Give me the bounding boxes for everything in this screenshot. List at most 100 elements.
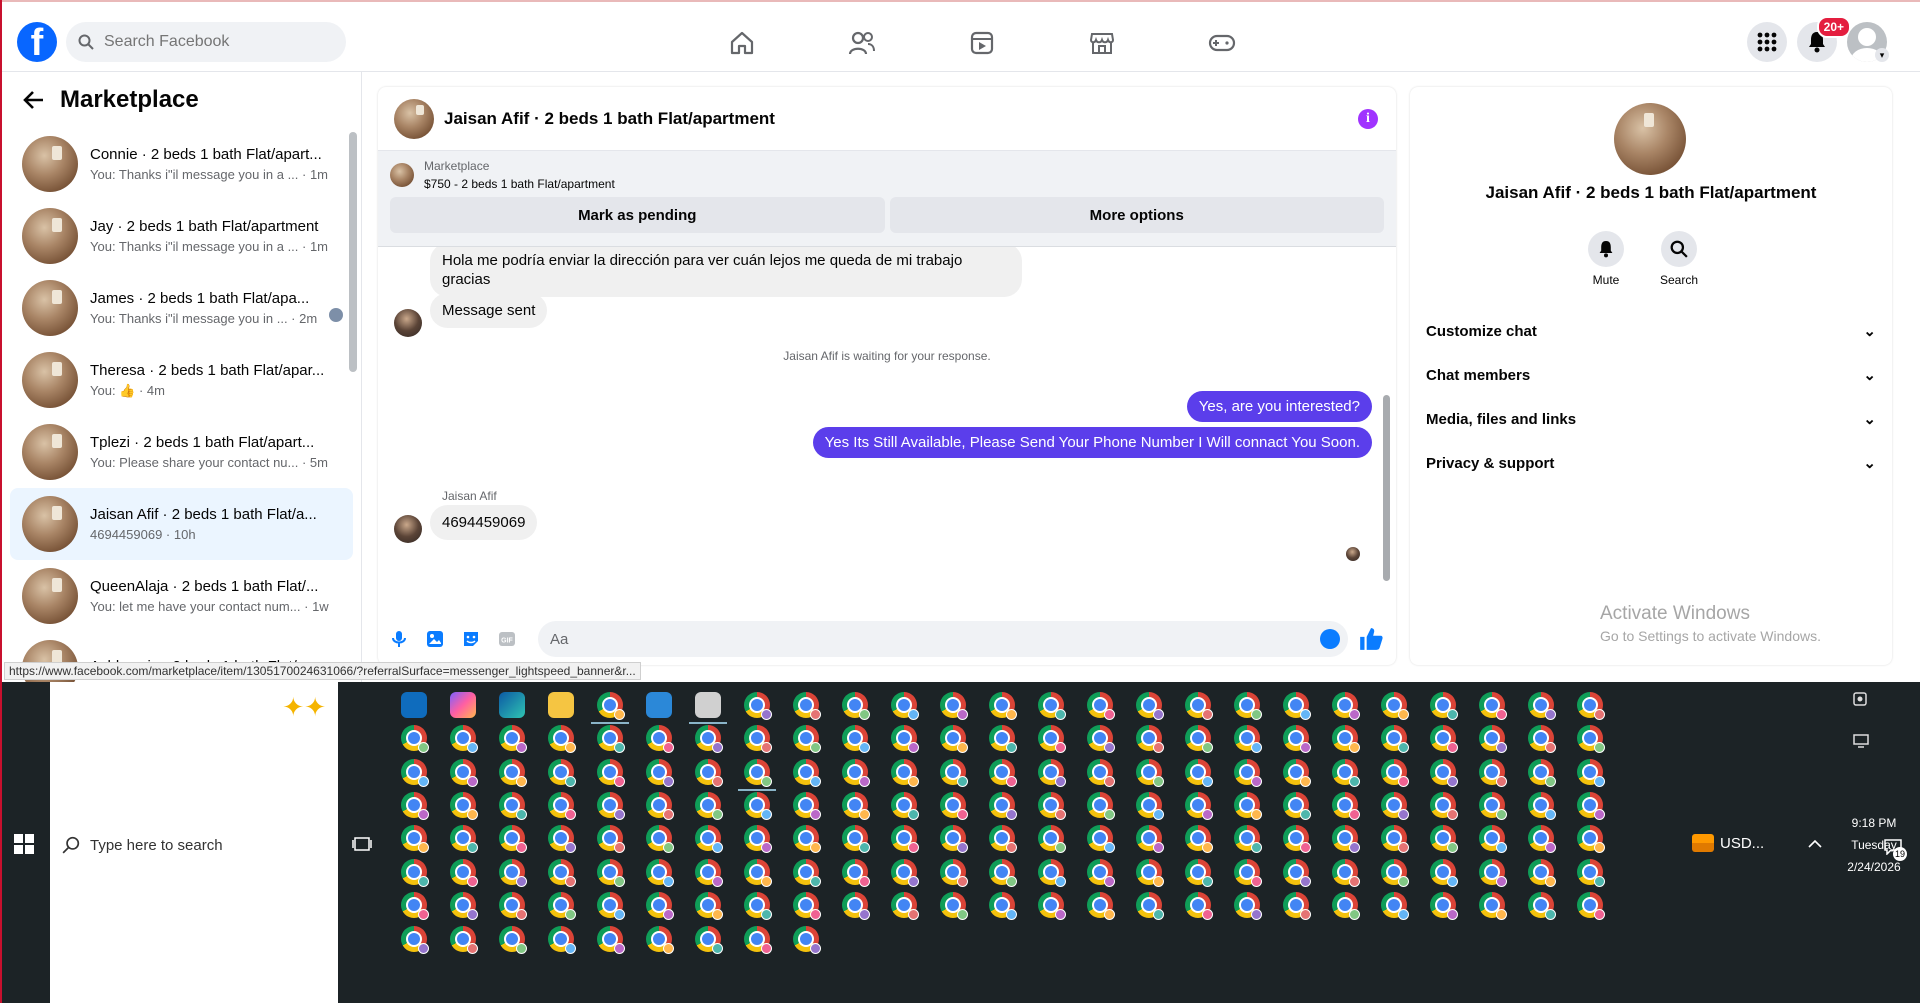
conversation-item[interactable]: Jay · 2 beds 1 bath Flat/apartment You: T… [10, 200, 353, 272]
chrome-profile-icon[interactable] [1430, 725, 1458, 753]
chrome-profile-icon[interactable] [646, 926, 674, 954]
chrome-profile-icon[interactable] [450, 892, 478, 920]
chrome-profile-icon[interactable] [989, 692, 1017, 720]
chrome-profile-icon[interactable] [401, 792, 429, 820]
chrome-profile-icon[interactable] [401, 759, 429, 787]
chrome-profile-icon[interactable] [450, 825, 478, 853]
chrome-profile-icon[interactable] [597, 859, 625, 887]
nav-video[interactable] [922, 26, 1042, 60]
chrome-profile-icon[interactable] [1528, 825, 1556, 853]
chrome-profile-icon[interactable] [793, 792, 821, 820]
chrome-profile-icon[interactable] [1332, 725, 1360, 753]
file-explorer-icon[interactable] [548, 692, 574, 718]
conversation-item[interactable]: James · 2 beds 1 bath Flat/apa... You: Th… [10, 272, 353, 344]
chrome-profile-icon[interactable] [744, 859, 772, 887]
chrome-profile-icon[interactable] [1381, 892, 1409, 920]
chrome-profile-icon[interactable] [1577, 792, 1605, 820]
facebook-search-box[interactable] [66, 22, 346, 62]
chrome-profile-icon[interactable] [891, 692, 919, 720]
edge-icon[interactable] [499, 692, 525, 718]
chrome-profile-icon[interactable] [548, 792, 576, 820]
nav-marketplace[interactable] [1042, 26, 1162, 60]
chrome-profile-icon[interactable] [793, 892, 821, 920]
chrome-profile-icon[interactable] [450, 792, 478, 820]
chrome-profile-icon[interactable] [1577, 759, 1605, 787]
chrome-profile-icon[interactable] [597, 792, 625, 820]
chrome-profile-icon[interactable] [989, 792, 1017, 820]
chrome-profile-icon[interactable] [499, 759, 527, 787]
chrome-profile-icon[interactable] [1381, 859, 1409, 887]
chrome-profile-icon[interactable] [1577, 825, 1605, 853]
chrome-profile-icon[interactable] [1430, 792, 1458, 820]
chrome-profile-icon[interactable] [695, 792, 723, 820]
store-icon[interactable] [646, 692, 672, 718]
conversation-item[interactable]: Theresa · 2 beds 1 bath Flat/apar... You:… [10, 344, 353, 416]
app-icon[interactable] [695, 692, 721, 718]
chrome-profile-icon[interactable] [1038, 792, 1066, 820]
chrome-profile-icon[interactable] [401, 892, 429, 920]
chrome-profile-icon[interactable] [744, 825, 772, 853]
chrome-profile-icon[interactable] [793, 725, 821, 753]
chrome-profile-icon[interactable] [1185, 825, 1213, 853]
chrome-profile-icon[interactable] [1332, 692, 1360, 720]
chrome-profile-icon[interactable] [646, 759, 674, 787]
chrome-profile-icon[interactable] [548, 825, 576, 853]
chrome-profile-icon[interactable] [1038, 725, 1066, 753]
search-action[interactable]: Search [1660, 231, 1698, 287]
chrome-profile-icon[interactable] [1528, 692, 1556, 720]
chrome-profile-icon[interactable] [1234, 825, 1262, 853]
chrome-profile-icon[interactable] [744, 892, 772, 920]
chrome-profile-icon[interactable] [401, 859, 429, 887]
currency-widget-label[interactable]: USD... [1720, 835, 1764, 852]
chrome-profile-icon[interactable] [1381, 692, 1409, 720]
chrome-profile-icon[interactable] [548, 892, 576, 920]
chrome-profile-icon[interactable] [989, 759, 1017, 787]
nav-gaming[interactable] [1162, 26, 1282, 60]
chrome-profile-icon[interactable] [1283, 825, 1311, 853]
chrome-profile-icon[interactable] [744, 792, 772, 820]
chrome-profile-icon[interactable] [1332, 892, 1360, 920]
chrome-profile-icon[interactable] [646, 892, 674, 920]
chrome-profile-icon[interactable] [1430, 859, 1458, 887]
facebook-logo[interactable]: f [17, 22, 57, 62]
chrome-profile-icon[interactable] [1234, 759, 1262, 787]
chrome-profile-icon[interactable] [597, 725, 625, 753]
chrome-profile-icon[interactable] [940, 825, 968, 853]
chrome-profile-icon[interactable] [695, 859, 723, 887]
chrome-profile-icon[interactable] [1038, 892, 1066, 920]
outlook-icon[interactable] [401, 692, 427, 718]
chrome-profile-icon[interactable] [1136, 892, 1164, 920]
chrome-profile-icon[interactable] [1332, 759, 1360, 787]
chrome-profile-icon[interactable] [597, 892, 625, 920]
chrome-profile-icon[interactable] [793, 692, 821, 720]
chrome-profile-icon[interactable] [1087, 759, 1115, 787]
chrome-profile-icon[interactable] [1234, 892, 1262, 920]
chevron-up-icon[interactable] [1808, 839, 1822, 849]
chrome-profile-icon[interactable] [1087, 859, 1115, 887]
chrome-profile-icon[interactable] [646, 725, 674, 753]
chrome-profile-icon[interactable] [793, 926, 821, 954]
chrome-profile-icon[interactable] [1087, 692, 1115, 720]
chrome-profile-icon[interactable] [1283, 892, 1311, 920]
chrome-profile-icon[interactable] [940, 892, 968, 920]
display-icon[interactable] [1852, 732, 1870, 750]
chrome-profile-icon[interactable] [1528, 792, 1556, 820]
back-arrow-icon[interactable] [22, 90, 44, 110]
chrome-profile-icon[interactable] [548, 859, 576, 887]
chrome-profile-icon[interactable] [793, 825, 821, 853]
chrome-profile-icon[interactable] [1136, 792, 1164, 820]
listing-link[interactable]: $750 - 2 beds 1 bath Flat/apartment [424, 177, 615, 191]
chrome-profile-icon[interactable] [1381, 725, 1409, 753]
chrome-profile-icon[interactable] [1136, 725, 1164, 753]
chrome-profile-icon[interactable] [1038, 825, 1066, 853]
account-button[interactable]: ▾ [1847, 22, 1889, 62]
chrome-profile-icon[interactable] [940, 859, 968, 887]
chrome-profile-icon[interactable] [940, 725, 968, 753]
chrome-profile-icon[interactable] [744, 926, 772, 954]
chrome-profile-icon[interactable] [1430, 759, 1458, 787]
chrome-profile-icon[interactable] [842, 692, 870, 720]
chrome-profile-icon[interactable] [1185, 692, 1213, 720]
chrome-profile-icon[interactable] [891, 725, 919, 753]
chrome-profile-icon[interactable] [499, 725, 527, 753]
chrome-profile-icon[interactable] [548, 926, 576, 954]
